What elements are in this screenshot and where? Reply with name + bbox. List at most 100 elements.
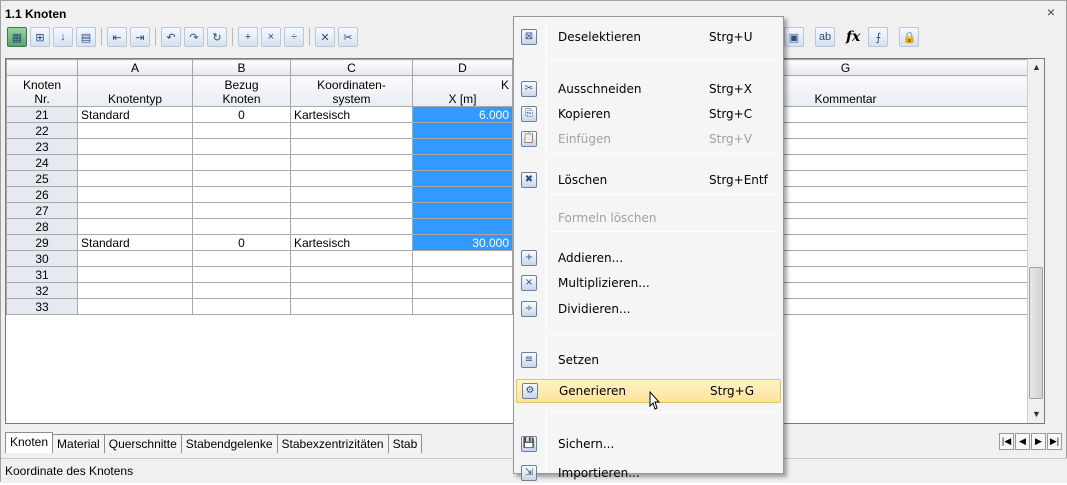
menu-item-einfügen[interactable]: 📋 Einfügen Strg+V <box>516 127 781 151</box>
cell-koordinatensystem[interactable] <box>290 218 413 235</box>
cell-koordinatensystem[interactable]: Kartesisch <box>290 106 413 123</box>
column-right-icon[interactable]: ⇥ <box>130 27 150 47</box>
row-number[interactable]: 31 <box>6 266 78 283</box>
cell-koordinatensystem[interactable] <box>290 154 413 171</box>
cell-bezug[interactable] <box>192 282 291 299</box>
export-icon[interactable]: ▣ <box>784 27 804 47</box>
cell-knotentyp[interactable] <box>77 122 193 139</box>
cell-koordinatensystem[interactable] <box>290 202 413 219</box>
cell-x[interactable] <box>412 170 513 187</box>
cell-bezug[interactable] <box>192 122 291 139</box>
cell-x[interactable]: 30.000 <box>412 234 513 251</box>
row-number[interactable]: 33 <box>6 298 78 315</box>
prev-tab-icon[interactable]: ◀ <box>1015 433 1030 450</box>
cell-knotentyp[interactable] <box>77 218 193 235</box>
menu-item-addieren[interactable]: + Addieren... <box>516 246 781 270</box>
cell-bezug[interactable] <box>192 202 291 219</box>
formula-delete-icon[interactable]: ⨍ <box>868 27 889 47</box>
undo-icon[interactable]: ↶ <box>161 27 181 47</box>
cell-bezug[interactable] <box>192 266 291 283</box>
cell-koordinatensystem[interactable] <box>290 282 413 299</box>
cell-x[interactable] <box>412 282 513 299</box>
cell-knotentyp[interactable] <box>77 186 193 203</box>
cell-x[interactable] <box>412 122 513 139</box>
tab-2[interactable]: Querschnitte <box>103 434 182 453</box>
cell-knotentyp[interactable] <box>77 154 193 171</box>
cell-x[interactable] <box>412 138 513 155</box>
tab-4[interactable]: Stabexzentrizitäten <box>276 434 389 453</box>
add-icon[interactable]: + <box>238 27 258 47</box>
text-field-icon[interactable]: ab <box>815 27 835 47</box>
next-tab-icon[interactable]: ▶ <box>1031 433 1046 450</box>
column-letter[interactable]: D <box>412 59 513 76</box>
menu-item-ausschneiden[interactable]: ✂ Ausschneiden Strg+X <box>516 77 781 101</box>
tab-3[interactable]: Stabendgelenke <box>180 434 278 453</box>
cell-x[interactable] <box>412 266 513 283</box>
vertical-scrollbar[interactable]: ▲ ▼ <box>1027 59 1044 423</box>
tab-1[interactable]: Material <box>52 434 105 453</box>
cell-bezug[interactable] <box>192 250 291 267</box>
column-letter[interactable]: C <box>290 59 413 76</box>
row-number[interactable]: 29 <box>6 234 78 251</box>
tab-5[interactable]: Stab <box>387 434 423 453</box>
row-number[interactable]: 32 <box>6 282 78 299</box>
cell-koordinatensystem[interactable] <box>290 298 413 315</box>
cell-x[interactable] <box>412 218 513 235</box>
cut-row-icon[interactable]: ✂ <box>338 27 358 47</box>
cell-knotentyp[interactable] <box>77 170 193 187</box>
cell-knotentyp[interactable] <box>77 250 193 267</box>
cell-knotentyp[interactable] <box>77 298 193 315</box>
delete-icon[interactable]: ✕ <box>315 27 335 47</box>
scroll-down-icon[interactable]: ▼ <box>1028 406 1044 423</box>
table-view-icon[interactable]: ▦ <box>7 27 27 47</box>
fill-icon[interactable]: ▤ <box>76 27 96 47</box>
cell-bezug[interactable]: 0 <box>192 234 291 251</box>
menu-item-deselektieren[interactable]: ⊠ Deselektieren Strg+U <box>516 25 781 49</box>
cell-x[interactable] <box>412 186 513 203</box>
row-number[interactable]: 21 <box>6 106 78 123</box>
row-number[interactable]: 22 <box>6 122 78 139</box>
cell-x[interactable] <box>412 250 513 267</box>
row-number[interactable]: 25 <box>6 170 78 187</box>
cell-koordinatensystem[interactable]: Kartesisch <box>290 234 413 251</box>
menu-item-löschen[interactable]: ✖ Löschen Strg+Entf <box>516 168 781 192</box>
lock-icon[interactable]: 🔒 <box>899 27 920 47</box>
divide-icon[interactable]: ÷ <box>284 27 304 47</box>
cell-koordinatensystem[interactable] <box>290 266 413 283</box>
row-number[interactable]: 26 <box>6 186 78 203</box>
menu-item-importieren[interactable]: ⇲ Importieren... <box>516 461 781 485</box>
menu-item-kopieren[interactable]: ⎘ Kopieren Strg+C <box>516 102 781 126</box>
menu-item-multiplizieren[interactable]: × Multiplizieren... <box>516 271 781 295</box>
column-letter[interactable]: B <box>192 59 291 76</box>
column-letter[interactable]: A <box>77 59 193 76</box>
cell-x[interactable]: 6.000 <box>412 106 513 123</box>
formula-icon[interactable]: fx <box>846 29 860 45</box>
first-tab-icon[interactable]: |◀ <box>999 433 1014 450</box>
menu-item-sichern[interactable]: 💾 Sichern... <box>516 432 781 456</box>
menu-item-setzen[interactable]: ≡ Setzen <box>516 348 781 372</box>
scroll-up-icon[interactable]: ▲ <box>1028 59 1044 76</box>
cell-knotentyp[interactable]: Standard <box>77 106 193 123</box>
tab-0[interactable]: Knoten <box>5 432 54 453</box>
cell-bezug[interactable] <box>192 138 291 155</box>
last-tab-icon[interactable]: ▶| <box>1047 433 1062 450</box>
cell-x[interactable] <box>412 202 513 219</box>
column-left-icon[interactable]: ⇤ <box>107 27 127 47</box>
cell-knotentyp[interactable] <box>77 202 193 219</box>
row-number[interactable]: 23 <box>6 138 78 155</box>
cell-bezug[interactable] <box>192 170 291 187</box>
cell-koordinatensystem[interactable] <box>290 186 413 203</box>
row-number[interactable]: 30 <box>6 250 78 267</box>
cell-bezug[interactable] <box>192 218 291 235</box>
cell-koordinatensystem[interactable] <box>290 122 413 139</box>
refresh-icon[interactable]: ↻ <box>207 27 227 47</box>
cell-knotentyp[interactable] <box>77 266 193 283</box>
menu-item-formeln-löschen[interactable]: Formeln löschen <box>516 206 781 230</box>
close-icon[interactable]: × <box>1044 5 1058 19</box>
cell-knotentyp[interactable]: Standard <box>77 234 193 251</box>
cell-bezug[interactable] <box>192 154 291 171</box>
move-down-icon[interactable]: ↓ <box>53 27 73 47</box>
multiply-icon[interactable]: × <box>261 27 281 47</box>
cell-koordinatensystem[interactable] <box>290 138 413 155</box>
redo-icon[interactable]: ↷ <box>184 27 204 47</box>
